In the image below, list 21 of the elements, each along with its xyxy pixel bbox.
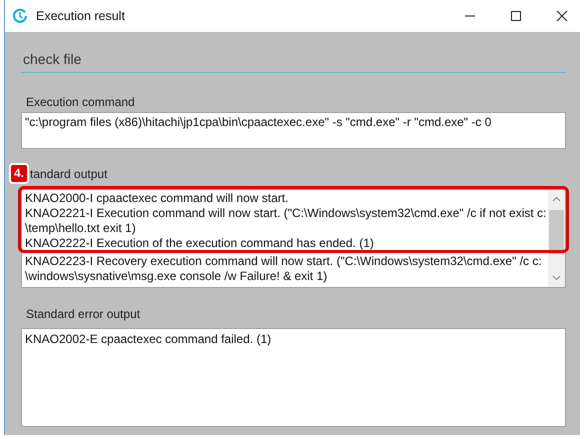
error-output-field[interactable]: KNAO2002-E cpaactexec command failed. (1) (21, 328, 566, 427)
output-line: KNAO2222-I Execution of the execution command has ended. (1) (25, 236, 375, 251)
task-name-field[interactable]: check file (21, 48, 566, 73)
command-field[interactable]: "c:\program files (x86)\hitachi\jp1cpa\bin\cpaactexec.exe" -s "cmd.exe" -r "cmd.exe" -c 0 (21, 112, 566, 149)
output-line: \windows\sysnative\msg.exe console /w Failure! & exit 1) (25, 269, 328, 284)
scrollbar[interactable] (548, 190, 565, 287)
output-line: KNAO2223-I Recovery execution command will now start. ("C:\Windows\system32\cmd.exe" /c c: (25, 254, 543, 269)
error-line: KNAO2002-E cpaactexec command failed. (1) (25, 332, 272, 347)
field-label: tandard output (29, 167, 108, 183)
output-line: KNAO2000-I cpaactexec command will now start. (25, 191, 290, 206)
output-line: \temp\hello.txt exit 1) (25, 221, 137, 236)
field-label: Execution command (25, 95, 136, 111)
scrollbar-thumb[interactable] (549, 210, 564, 254)
close-icon[interactable] (556, 10, 568, 22)
maximize-icon[interactable] (510, 10, 522, 22)
app-icon (12, 8, 28, 24)
output-field[interactable] (21, 189, 566, 288)
window-title: Execution result (36, 9, 125, 23)
output-line: KNAO2221-I Execution command will now start. ("C:\Windows\system32\cmd.exe" /c if not exist c: (25, 206, 545, 221)
field-label: Standard error output (25, 307, 142, 323)
step-badge: 4. (9, 163, 30, 184)
